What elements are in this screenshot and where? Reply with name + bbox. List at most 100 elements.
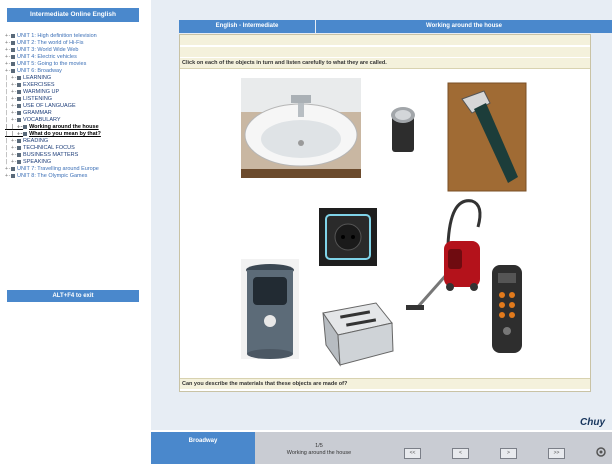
folder-icon [17, 103, 22, 108]
tree-item-label[interactable]: UNIT 2: The world of Hi-Fis [17, 40, 83, 46]
tree-item-label[interactable]: UNIT 1: High definition television [17, 33, 97, 39]
tree-item[interactable]: | +- EXERCISES [5, 82, 147, 89]
section-tab[interactable]: Broadway [151, 432, 255, 464]
tree-item-label[interactable]: UNIT 8: The Olympic Games [17, 173, 87, 179]
tree-item[interactable]: | +- GRAMMAR [5, 110, 147, 117]
folder-icon [17, 117, 22, 122]
tree-item[interactable]: | +- BUSINESS MATTERS [5, 152, 147, 159]
tree-item-label[interactable]: USE OF LANGUAGE [23, 103, 76, 109]
tree-connector: | +- [5, 138, 18, 144]
tree-item[interactable]: | | +- What do you mean by that? [5, 131, 147, 138]
folder-icon [11, 68, 16, 73]
tree-connector: | +- [5, 103, 18, 109]
tree-item-label[interactable]: SPEAKING [23, 159, 51, 165]
tree-connector: | +- [5, 89, 18, 95]
course-header: English - Intermediate [179, 20, 315, 33]
tree-item[interactable]: +- UNIT 6: Broadway [5, 68, 147, 75]
tree-item[interactable]: | +- LISTENING [5, 96, 147, 103]
tree-item[interactable]: | | +- Working around the house [5, 124, 147, 131]
tree-item[interactable]: +- UNIT 2: The world of Hi-Fis [5, 40, 147, 47]
tree-item[interactable]: +- UNIT 4: Electric vehicles [5, 54, 147, 61]
folder-icon [17, 152, 22, 157]
tree-item-label[interactable]: UNIT 4: Electric vehicles [17, 54, 77, 60]
folder-icon [11, 61, 16, 66]
tree-item-label[interactable]: LISTENING [23, 96, 52, 102]
folder-icon [11, 47, 16, 52]
tree-connector: | +- [5, 159, 18, 165]
tree-connector: | +- [5, 110, 18, 116]
folder-icon [17, 159, 22, 164]
page-counter: 1/5 [315, 443, 323, 449]
washbasin-image[interactable] [241, 78, 361, 178]
tree-item-label[interactable]: UNIT 5: Going to the movies [17, 61, 86, 67]
footer-lesson-title: Working around the house [286, 450, 352, 456]
tree-item-label[interactable]: WARMING UP [23, 89, 59, 95]
tree-connector: | +- [5, 96, 18, 102]
folder-icon [11, 166, 16, 171]
lesson-header: Working around the house [316, 20, 612, 33]
brand-logo: Chuy [580, 417, 605, 428]
settings-icon[interactable] [595, 446, 607, 458]
folder-icon [17, 75, 22, 80]
folder-icon [11, 33, 16, 38]
folder-icon [17, 138, 22, 143]
tree-connector: | +- [5, 82, 18, 88]
tree-item[interactable]: +- UNIT 3: World Wide Web [5, 47, 147, 54]
folder-icon [17, 110, 22, 115]
tree-item-label[interactable]: TECHNICAL FOCUS [23, 145, 75, 151]
tree-item[interactable]: | +- VOCABULARY [5, 117, 147, 124]
folder-icon [23, 124, 28, 129]
tree-connector: | +- [5, 152, 18, 158]
razor-image[interactable] [447, 82, 527, 192]
tree-item-label[interactable]: UNIT 7: Travelling around Europe [17, 166, 99, 172]
tree-item-label[interactable]: GRAMMAR [23, 110, 52, 116]
top-strip [180, 35, 590, 45]
tree-item[interactable]: +- UNIT 7: Travelling around Europe [5, 166, 147, 173]
tree-item[interactable]: | +- WARMING UP [5, 89, 147, 96]
tree-item[interactable]: +- UNIT 1: High definition television [5, 33, 147, 40]
remote-control-image[interactable] [492, 265, 522, 353]
tree-connector: | | +- [5, 124, 24, 130]
folder-icon [17, 82, 22, 87]
folder-icon [11, 40, 16, 45]
tree-item-label[interactable]: UNIT 3: World Wide Web [17, 47, 78, 53]
folder-icon [11, 173, 16, 178]
tree-item[interactable]: +- UNIT 8: The Olympic Games [5, 173, 147, 180]
exit-hint: ALT+F4 to exit [7, 290, 139, 302]
tree-item-label[interactable]: What do you mean by that? [29, 131, 101, 137]
tree-item-label[interactable]: EXERCISES [23, 82, 54, 88]
tree-item-label[interactable]: Working around the house [29, 124, 99, 130]
page-info: 1/5 Working around the house [258, 443, 380, 457]
instruction-text: Click on each of the objects in turn and… [180, 58, 590, 69]
tree-item-label[interactable]: UNIT 6: Broadway [17, 68, 62, 74]
previous-page-button[interactable]: < [452, 448, 469, 459]
next-page-button[interactable]: > [500, 448, 517, 459]
first-page-button[interactable]: << [404, 448, 421, 459]
tree-item[interactable]: | +- TECHNICAL FOCUS [5, 145, 147, 152]
tree-item-label[interactable]: LEARNING [23, 75, 51, 81]
tree-item[interactable]: +- UNIT 5: Going to the movies [5, 61, 147, 68]
folder-icon [23, 131, 28, 136]
objects-picture [235, 77, 535, 372]
socket-image[interactable] [319, 208, 377, 266]
tree-item-label[interactable]: VOCABULARY [23, 117, 61, 123]
bin-image[interactable] [241, 259, 299, 359]
last-page-button[interactable]: >> [548, 448, 565, 459]
tree-item-label[interactable]: READING [23, 138, 48, 144]
tree-item[interactable]: | +- USE OF LANGUAGE [5, 103, 147, 110]
adapter-image[interactable] [391, 107, 415, 152]
tree-connector: | | +- [5, 131, 24, 137]
top-strip-2 [180, 47, 590, 57]
folder-icon [17, 89, 22, 94]
folder-icon [17, 96, 22, 101]
tree-item[interactable]: | +- SPEAKING [5, 159, 147, 166]
folder-icon [11, 54, 16, 59]
tree-connector: | +- [5, 145, 18, 151]
tree-item[interactable]: | +- LEARNING [5, 75, 147, 82]
folder-icon [17, 145, 22, 150]
tree-item-label[interactable]: BUSINESS MATTERS [23, 152, 78, 158]
tree-item[interactable]: | +- READING [5, 138, 147, 145]
course-tree[interactable]: +- UNIT 1: High definition television +- UN… [5, 33, 147, 180]
app-title: Intermediate Online English [7, 8, 139, 22]
tree-connector: | +- [5, 117, 18, 123]
